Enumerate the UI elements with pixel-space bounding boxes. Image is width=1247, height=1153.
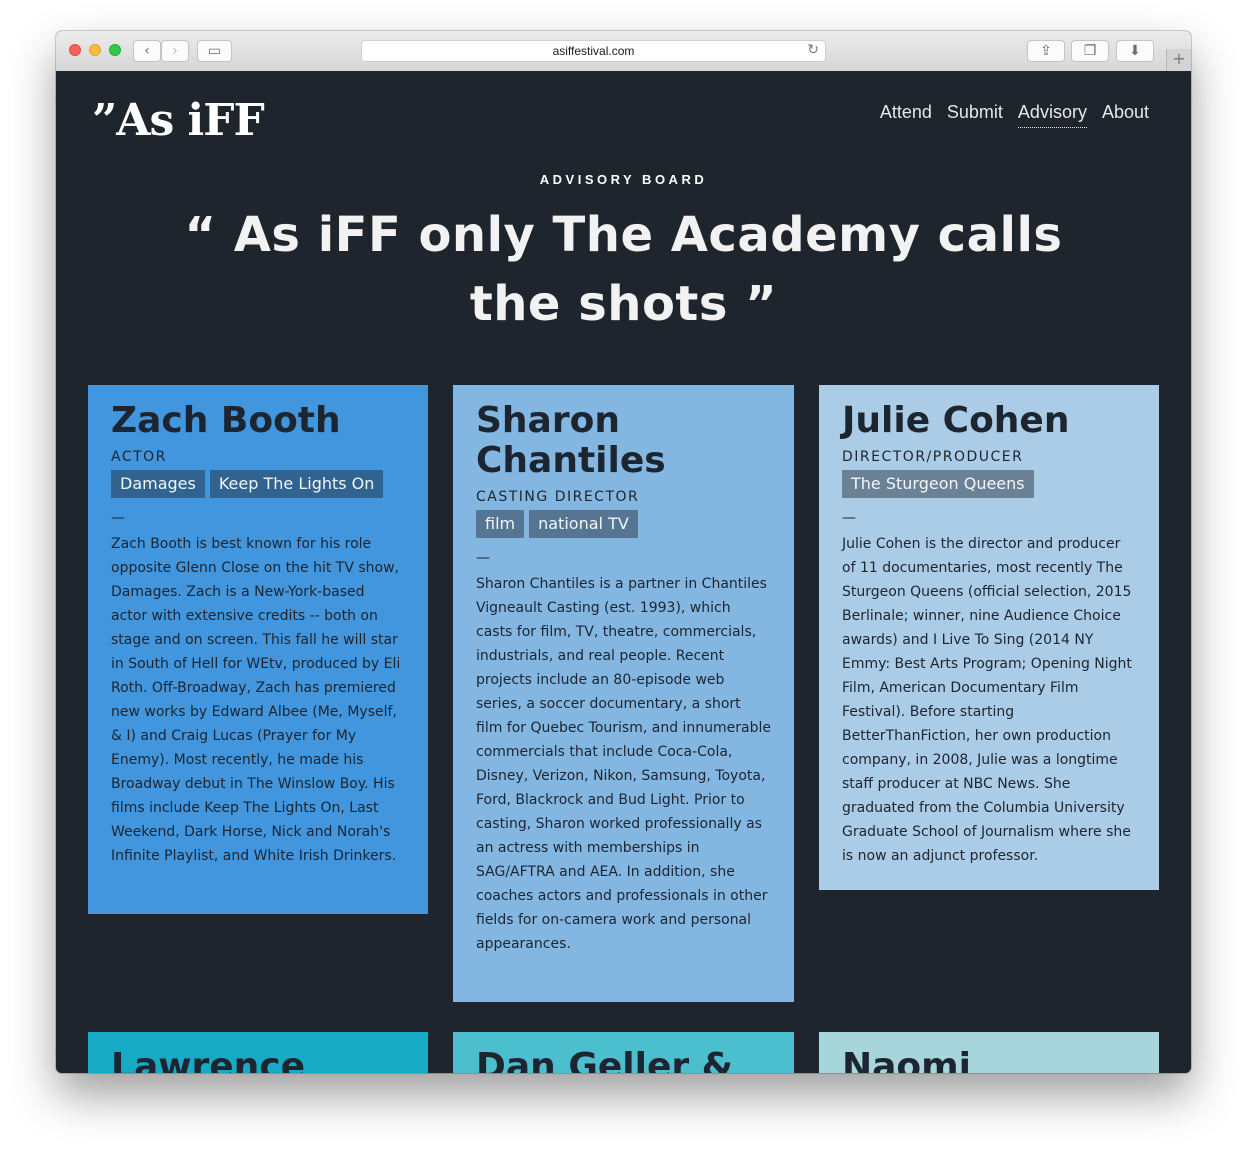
plus-icon: + — [1172, 49, 1186, 68]
browser-window: ‹ › ▭ asiffestival.com ↻ ⇪ ❐ ⬇ + ”As iFF… — [56, 31, 1191, 1073]
share-button[interactable]: ⇪ — [1027, 40, 1065, 62]
main-nav: Attend Submit Advisory About — [880, 102, 1149, 128]
tag[interactable]: Keep The Lights On — [209, 470, 384, 498]
advisor-role: CASTING DIRECTOR — [476, 489, 640, 505]
page-title: “ As iFF only The Academy calls the shot… — [184, 207, 1063, 332]
minimize-window-button[interactable] — [89, 44, 101, 56]
advisor-card: Zach Booth ACTOR Damages Keep The Lights… — [88, 385, 428, 914]
nav-about[interactable]: About — [1102, 102, 1149, 128]
divider: — — [111, 510, 125, 526]
download-icon: ⬇ — [1129, 43, 1141, 59]
advisor-name: Sharon Chantiles — [476, 400, 666, 481]
advisor-role: ACTOR — [111, 449, 167, 465]
tag[interactable]: Damages — [111, 470, 205, 498]
advisor-tags: The Sturgeon Queens — [842, 470, 1136, 498]
reload-icon[interactable]: ↻ — [807, 42, 819, 58]
tag[interactable]: film — [476, 510, 525, 538]
browser-toolbar: ‹ › ▭ asiffestival.com ↻ ⇪ ❐ ⬇ + — [56, 31, 1191, 72]
address-bar[interactable]: asiffestival.com ↻ — [361, 40, 826, 62]
page-content: ”As iFF Attend Submit Advisory About ADV… — [56, 71, 1191, 1073]
advisor-bio: Sharon Chantiles is a partner in Chantil… — [476, 576, 772, 952]
advisor-name: Lawrence — [111, 1046, 306, 1073]
advisor-name: Zach Booth — [111, 400, 341, 441]
nav-advisory[interactable]: Advisory — [1017, 102, 1087, 128]
advisor-tags: Damages Keep The Lights On — [111, 470, 405, 498]
tag[interactable]: national TV — [529, 510, 638, 538]
advisor-role: DIRECTOR/PRODUCER — [842, 449, 1024, 465]
advisor-card: Lawrence — [88, 1032, 428, 1073]
section-eyebrow: ADVISORY BOARD — [539, 172, 708, 187]
sidebar-toggle-button[interactable]: ▭ — [197, 40, 232, 62]
advisor-card: Julie Cohen DIRECTOR/PRODUCER The Sturge… — [819, 385, 1159, 890]
forward-button[interactable]: › — [161, 40, 189, 62]
advisor-bio: Julie Cohen is the director and producer… — [842, 536, 1132, 864]
new-tab-button[interactable]: + — [1166, 49, 1191, 71]
chevron-right-icon: › — [172, 43, 178, 59]
sidebar-icon: ▭ — [207, 43, 222, 59]
advisor-card: Naomi — [819, 1032, 1159, 1073]
tabs-icon: ❐ — [1083, 43, 1097, 59]
advisor-bio: Zach Booth is best known for his role op… — [111, 536, 401, 864]
back-button[interactable]: ‹ — [133, 40, 161, 62]
chevron-left-icon: ‹ — [144, 43, 150, 59]
advisor-card: Sharon Chantiles CASTING DIRECTOR film n… — [453, 385, 794, 1002]
advisor-name: Julie Cohen — [842, 400, 1070, 441]
nav-submit[interactable]: Submit — [947, 102, 1003, 128]
site-logo[interactable]: ”As iFF — [92, 95, 265, 146]
divider: — — [842, 510, 856, 526]
close-window-button[interactable] — [69, 44, 81, 56]
divider: — — [476, 550, 490, 566]
advisor-tags: film national TV — [476, 510, 771, 538]
show-tabs-button[interactable]: ❐ — [1071, 40, 1109, 62]
share-icon: ⇪ — [1040, 43, 1052, 59]
advisor-name: Dan Geller & — [476, 1046, 734, 1073]
url-text: asiffestival.com — [552, 44, 635, 58]
tag[interactable]: The Sturgeon Queens — [842, 470, 1034, 498]
advisor-card: Dan Geller & — [453, 1032, 794, 1073]
nav-attend[interactable]: Attend — [880, 102, 932, 128]
zoom-window-button[interactable] — [109, 44, 121, 56]
advisor-name: Naomi — [842, 1046, 972, 1073]
downloads-button[interactable]: ⬇ — [1116, 40, 1154, 62]
